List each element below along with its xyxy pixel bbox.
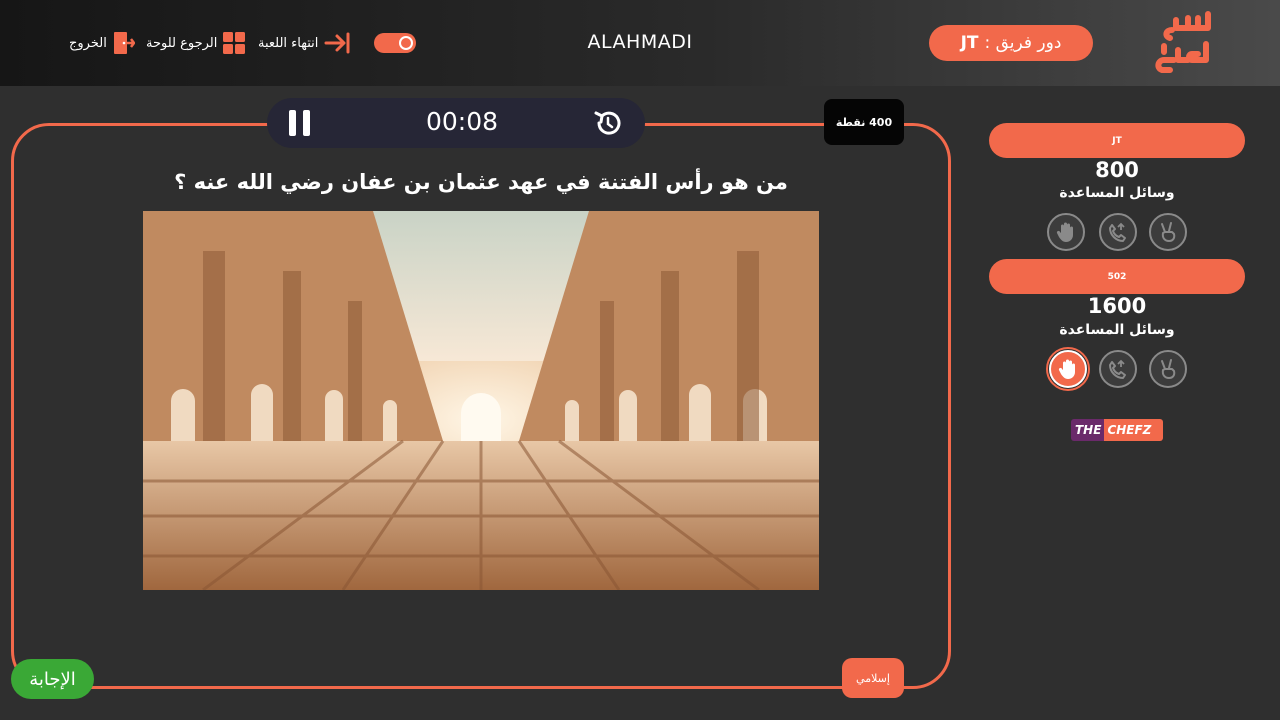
hand-stop-icon [1058,359,1075,379]
turn-team-name: JT [960,33,979,53]
arrow-to-line-icon [324,32,350,54]
seen-jeem-logo [1155,11,1211,73]
hand-stop-button[interactable] [1047,213,1085,251]
question-points-badge: 400 نقطة [824,99,904,145]
phone-call-button[interactable] [1099,350,1137,388]
arabesque-hall-image [143,211,819,590]
phone-call-icon [1109,359,1126,379]
top-header: دور فريق : JT ALAHMADI الخروج الرجوع للو… [0,0,1280,86]
hand-stop-icon [1056,222,1073,242]
current-turn-badge: دور فريق : JT [929,25,1093,61]
back-to-board-button[interactable]: الرجوع للوحة [146,28,246,58]
phone-call-button[interactable] [1099,213,1137,251]
team-name-pill: JT [989,123,1245,158]
peace-hand-icon [1161,222,1176,242]
board-label: الرجوع للوحة [146,35,218,51]
timer-bar: 00:08 [267,98,645,148]
help-tools-row [1046,347,1189,391]
question-image [143,211,819,590]
exit-door-icon [113,32,135,54]
show-answer-button[interactable]: الإجابة [11,659,94,699]
question-text: من هو رأس الفتنة في عهد عثمان بن عفان رض… [174,170,788,194]
pause-icon[interactable] [289,110,313,136]
team-score: 1600 [1087,294,1147,318]
exit-button[interactable]: الخروج [69,28,135,58]
sponsor-part1: THE [1071,419,1105,441]
peace-hand-button[interactable] [1149,350,1187,388]
grid-icon [223,32,246,54]
phone-call-icon [1109,222,1126,242]
timer-value: 00:08 [425,107,499,136]
help-tools-label: وسائل المساعدة [1059,185,1175,201]
game-name: ALAHMADI [587,31,693,53]
end-game-button[interactable]: انتهاء اللعبة [258,28,350,58]
peace-hand-button[interactable] [1149,213,1187,251]
end-game-label: انتهاء اللعبة [258,35,319,51]
exit-label: الخروج [69,35,107,51]
sponsor-logo: THE CHEFZ [1071,419,1163,441]
reset-timer-icon[interactable] [593,108,623,138]
hand-stop-button[interactable] [1046,347,1090,391]
help-tools-label: وسائل المساعدة [1059,322,1175,338]
help-tools-row [1047,213,1189,251]
category-tag: إسلامي [842,658,904,698]
team-name-pill: 502 [989,259,1245,294]
sponsor-part2: CHEFZ [1104,419,1163,441]
turn-label: دور فريق : [984,33,1062,53]
toggle-knob-icon [399,36,413,50]
peace-hand-icon [1161,359,1176,379]
settings-toggle[interactable] [374,33,416,53]
team-score: 800 [1095,158,1139,182]
